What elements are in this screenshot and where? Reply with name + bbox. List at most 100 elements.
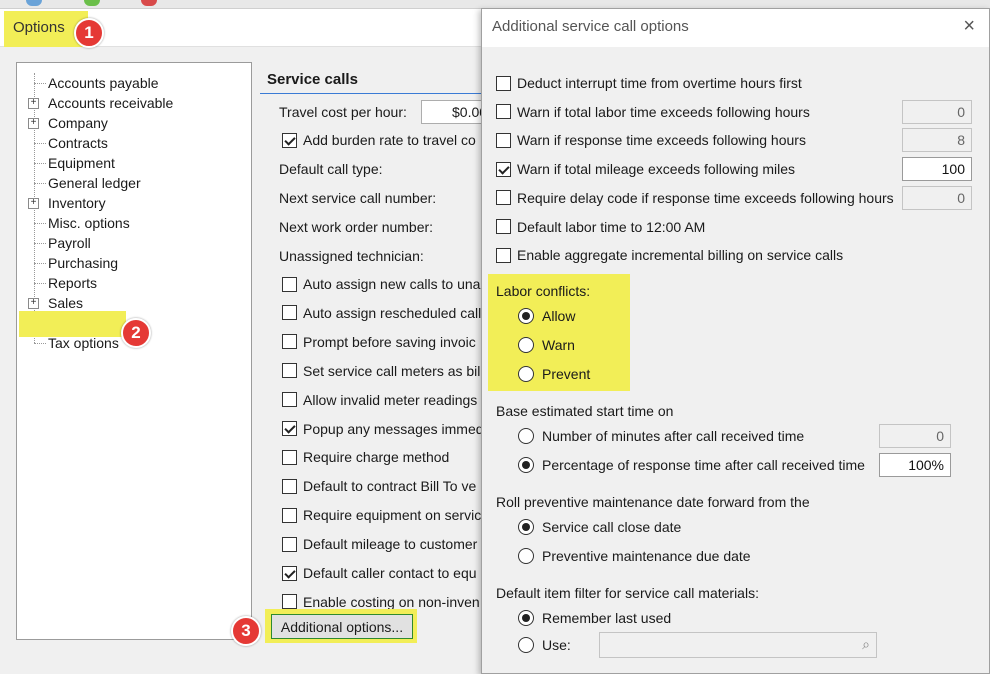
roll-pm-radio[interactable]: Service call close date [518,517,681,537]
burden-rate-check[interactable] [282,132,297,148]
service-option-checkbox[interactable]: Auto assign rescheduled call [282,303,481,323]
tree-item-general-ledger[interactable]: General ledger [17,173,247,193]
radio-button[interactable] [518,637,534,653]
dialog-option-checkbox[interactable]: Default labor time to 12:00 AM [496,217,705,237]
checkbox[interactable] [282,478,297,494]
travel-cost-input[interactable]: $0.00 [421,100,483,124]
checkbox[interactable] [282,507,297,523]
radio-button[interactable] [518,428,534,444]
tree-item-payroll[interactable]: Payroll [17,233,247,253]
expand-icon[interactable]: + [28,298,39,309]
service-option-checkbox[interactable]: Prompt before saving invoic [282,332,476,352]
checkbox[interactable] [282,536,297,552]
tree-item-company[interactable]: + Company [17,113,247,133]
dialog-option-checkbox[interactable]: Deduct interrupt time from overtime hour… [496,73,802,93]
service-option-checkbox[interactable]: Auto assign new calls to una [282,274,480,294]
toolbar-cancel-icon[interactable] [141,0,157,6]
radio-button[interactable] [518,457,534,473]
tree-item-inventory[interactable]: + Inventory [17,193,247,213]
checkbox-label: Require delay code if response time exce… [517,189,894,206]
radio-button[interactable] [518,337,534,353]
labor-conflicts-radio[interactable]: Allow [518,306,575,326]
tree-item-reports[interactable]: Reports [17,273,247,293]
checkbox[interactable] [496,161,511,177]
base-start-value-field[interactable]: 0 [879,424,951,448]
service-option-checkbox[interactable]: Default caller contact to equ [282,563,477,583]
search-icon[interactable]: ⌕ [862,636,870,653]
radio-button[interactable] [518,548,534,564]
expand-icon[interactable]: + [28,198,39,209]
threshold-field[interactable]: 0 [902,99,972,124]
service-option-checkbox[interactable]: Default to contract Bill To ve [282,476,476,496]
close-icon[interactable]: × [963,15,975,38]
tree-item-label: Accounts payable [48,75,159,91]
checkbox[interactable] [282,392,297,408]
radio-label: Remember last used [542,610,672,626]
labor-conflicts-radio[interactable]: Warn [518,335,575,355]
service-option-checkbox[interactable]: Require equipment on servic [282,505,481,525]
use-filter-combo[interactable]: ⌕ [599,632,877,658]
base-start-label: Base estimated start time on [496,403,674,419]
tree-item-contracts[interactable]: Contracts [17,133,247,153]
service-option-checkbox[interactable]: Popup any messages immed [282,419,484,439]
checkbox[interactable] [282,594,297,610]
tree-item-label: Accounts receivable [48,95,174,111]
radio-button[interactable] [518,610,534,626]
checkbox[interactable] [282,449,297,465]
checkbox[interactable] [282,565,297,581]
service-option-checkbox[interactable]: Allow invalid meter readings [282,390,477,410]
tree-connector [34,343,46,344]
service-option-checkbox[interactable]: Require charge method [282,447,449,467]
tree-item-misc-options[interactable]: Misc. options [17,213,247,233]
expand-icon[interactable]: + [28,118,39,129]
tree-connector [34,143,46,144]
radio-label: Percentage of response time after call r… [542,457,865,473]
threshold-field[interactable]: 8 [902,128,972,153]
toolbar-save-icon[interactable] [26,0,42,6]
threshold-field[interactable]: 100 [902,157,972,182]
item-filter-radio[interactable]: Remember last used [518,608,671,628]
service-option-checkbox[interactable]: Default mileage to customer [282,534,477,554]
tree-item-purchasing[interactable]: Purchasing [17,253,247,273]
checkbox[interactable] [496,190,511,206]
burden-rate-checkbox[interactable]: Add burden rate to travel co [282,130,476,150]
radio-button[interactable] [518,366,534,382]
dialog-option-checkbox[interactable]: Enable aggregate incremental billing on … [496,245,843,265]
tree-item-sales[interactable]: + Sales [17,293,247,313]
labor-conflicts-radio[interactable]: Prevent [518,364,590,384]
item-filter-radio[interactable]: Use: [518,635,571,655]
roll-pm-radio[interactable]: Preventive maintenance due date [518,546,751,566]
base-start-radio[interactable]: Percentage of response time after call r… [518,455,865,475]
toolbar-refresh-icon[interactable] [84,0,100,6]
checkbox[interactable] [282,334,297,350]
tree-item-equipment[interactable]: Equipment [17,153,247,173]
checkbox[interactable] [282,363,297,379]
base-start-radio[interactable]: Number of minutes after call received ti… [518,426,804,446]
dialog-option-checkbox[interactable]: Warn if total mileage exceeds following … [496,159,795,179]
radio-button[interactable] [518,519,534,535]
dialog-option-checkbox[interactable]: Require delay code if response time exce… [496,188,894,208]
checkbox-label: Default caller contact to equ [303,565,477,581]
tree-item-accounts-receivable[interactable]: + Accounts receivable [17,93,247,113]
tree-connector [34,183,46,184]
checkbox[interactable] [496,247,511,263]
additional-options-button[interactable]: Additional options... [271,614,413,639]
checkbox[interactable] [496,75,511,91]
checkbox[interactable] [282,276,297,292]
dialog-option-checkbox[interactable]: Warn if response time exceeds following … [496,130,806,150]
tree-item-label: General ledger [48,175,141,191]
expand-icon[interactable]: + [28,98,39,109]
service-option-checkbox[interactable]: Set service call meters as bil [282,361,480,381]
checkbox[interactable] [496,132,511,148]
checkbox[interactable] [496,104,511,120]
dialog-option-checkbox[interactable]: Warn if total labor time exceeds followi… [496,102,810,122]
radio-button[interactable] [518,308,534,324]
checkbox[interactable] [496,219,511,234]
options-tree[interactable]: Accounts payable + Accounts receivable + Com… [16,62,252,640]
tree-item-accounts-payable[interactable]: Accounts payable [17,73,247,93]
checkbox[interactable] [282,305,297,321]
base-start-value-field[interactable]: 100% [879,453,951,477]
threshold-field[interactable]: 0 [902,185,972,210]
dialog-titlebar: Additional service call options × [482,9,989,47]
checkbox[interactable] [282,421,297,436]
